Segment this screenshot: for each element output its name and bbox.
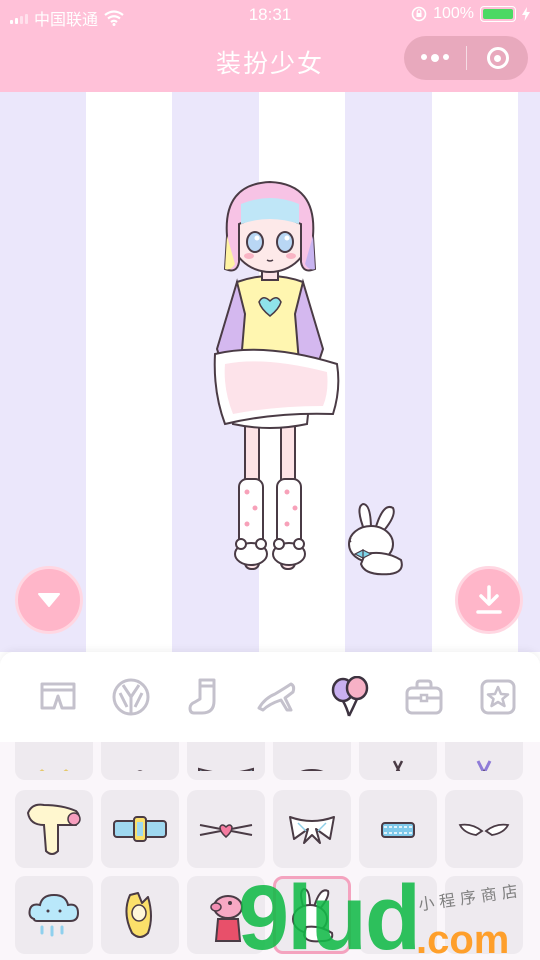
more-dots-icon[interactable] [404, 54, 466, 62]
category-tab-bottoms[interactable] [35, 674, 81, 720]
small-heart-item-icon [137, 770, 143, 771]
download-icon [476, 585, 502, 614]
sock-icon [188, 678, 216, 715]
fluffy-scarf-icon [26, 803, 81, 855]
shorts-icon [40, 682, 76, 710]
capsule-menu [404, 36, 528, 80]
category-tab-bar [0, 652, 540, 742]
category-tab-special[interactable] [475, 674, 521, 720]
mini-program-header: 装扮少女 [0, 30, 540, 92]
balloons-icon [331, 676, 369, 717]
item-grid [0, 742, 540, 960]
item-tile[interactable] [445, 876, 523, 954]
dress-up-character [213, 180, 340, 570]
app-screen: { "status_bar": { "carrier": "中国联通", "ti… [0, 0, 540, 960]
item-tile[interactable] [273, 742, 351, 780]
charging-icon [522, 7, 530, 21]
wardrobe-panel [0, 652, 540, 960]
item-tile[interactable] [101, 876, 179, 954]
target-close-icon [486, 47, 509, 69]
item-tile[interactable] [273, 790, 351, 868]
blue-lace-item-icon [198, 767, 254, 771]
triangle-down-icon [38, 593, 60, 607]
bag-icon [405, 679, 443, 715]
item-tile[interactable] [445, 742, 523, 780]
item-tile[interactable] [15, 742, 93, 780]
battery-percent: 100% [433, 5, 474, 22]
category-tab-outerwear[interactable] [108, 674, 154, 720]
orientation-lock-icon [411, 6, 427, 22]
item-tile[interactable] [187, 742, 265, 780]
close-mini-program-button[interactable] [467, 47, 528, 69]
category-tab-bags[interactable] [401, 674, 447, 720]
item-tile[interactable] [101, 742, 179, 780]
battery-fill [483, 9, 513, 19]
item-tile[interactable] [15, 790, 93, 868]
dress-up-stage [0, 92, 540, 652]
banana-icon [125, 892, 152, 938]
category-tab-accessories-balloons[interactable] [327, 674, 373, 720]
yellow-star-hairpin-icon [300, 769, 324, 771]
collapse-panel-button[interactable] [15, 566, 83, 634]
status-bar: 中国联通 18:31 100% [0, 0, 540, 30]
item-tile-selected[interactable] [273, 876, 351, 954]
bunny-pet-icon [292, 887, 334, 943]
category-tab-shoes[interactable] [254, 674, 300, 720]
angel-wings-icon [458, 823, 510, 836]
download-button[interactable] [455, 566, 523, 634]
jacket-icon [112, 678, 150, 716]
star-medal-icon [476, 760, 492, 771]
item-tile[interactable] [359, 876, 437, 954]
stripe [86, 92, 172, 652]
item-tile[interactable] [187, 876, 265, 954]
purple-ribbon-icon [392, 760, 404, 771]
empty-item-icon [479, 910, 489, 920]
rain-cloud-icon [28, 893, 80, 937]
item-tile[interactable] [359, 742, 437, 780]
empty-item-icon [393, 910, 403, 920]
white-bow-collar-icon [289, 816, 335, 844]
item-tile[interactable] [187, 790, 265, 868]
pink-pig-icon [210, 895, 243, 942]
battery-icon [480, 6, 516, 22]
status-right: 100% [411, 5, 530, 23]
item-tile[interactable] [101, 790, 179, 868]
item-tile[interactable] [445, 790, 523, 868]
item-tile[interactable] [359, 790, 437, 868]
blue-garter-icon [381, 822, 415, 838]
category-tab-socks[interactable] [181, 674, 227, 720]
bows-item-icon [39, 769, 69, 771]
blue-belt-icon [113, 816, 167, 842]
high-heel-icon [257, 682, 296, 712]
star-icon [480, 679, 516, 715]
heart-choker-icon [199, 824, 253, 838]
item-tile[interactable] [15, 876, 93, 954]
bunny-pet [348, 502, 403, 576]
